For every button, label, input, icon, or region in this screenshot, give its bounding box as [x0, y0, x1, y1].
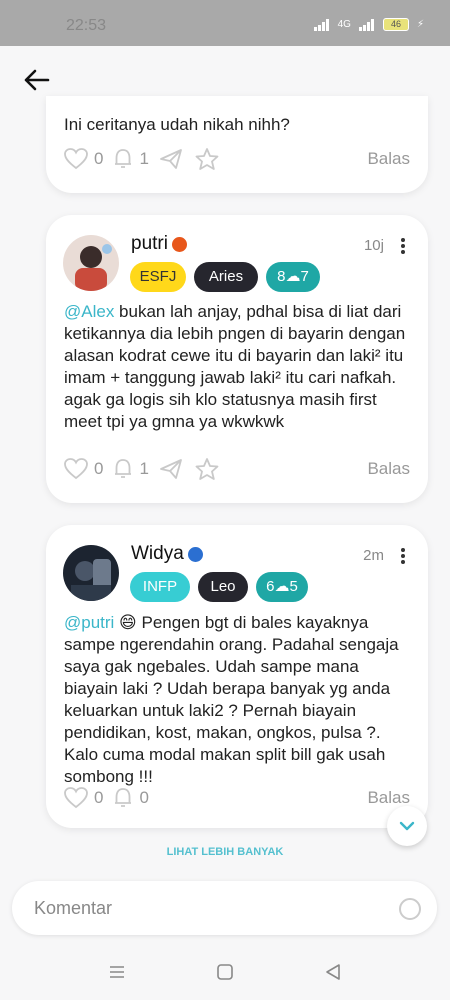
heart-icon — [64, 458, 88, 480]
back-arrow-icon[interactable] — [22, 68, 50, 92]
badge-row: INFP Leo 6☁5 — [130, 572, 308, 602]
bell-button[interactable]: 0 — [113, 787, 149, 809]
star-icon[interactable] — [195, 148, 219, 170]
notif-count: 1 — [139, 459, 149, 478]
avatar[interactable] — [63, 545, 119, 601]
signal-icon-2 — [358, 18, 374, 31]
heart-icon — [64, 787, 88, 809]
reply-button[interactable]: Balas — [367, 459, 410, 479]
send-icon[interactable] — [399, 898, 421, 920]
back-nav-icon[interactable] — [324, 963, 342, 981]
comment-text: @Alex bukan lah anjay, pdhal bisa di lia… — [64, 302, 406, 431]
bell-icon — [115, 459, 132, 478]
zodiac-dot-icon — [171, 236, 187, 252]
comment-card: Widya 2m INFP Leo 6☁5 @putri 😄 Pengen bg… — [46, 525, 428, 828]
heart-icon — [64, 148, 88, 170]
network-label: 4G — [337, 19, 351, 30]
more-options-icon[interactable] — [400, 547, 406, 565]
comment-composer — [12, 881, 437, 935]
load-more-link[interactable]: LIHAT LEBIH BANYAK — [0, 846, 450, 858]
username[interactable]: putri — [131, 233, 187, 255]
avatar[interactable] — [63, 235, 119, 291]
comment-time: 2m — [363, 547, 384, 564]
like-button[interactable]: 0 — [64, 787, 103, 809]
zodiac-badge: Leo — [198, 572, 248, 602]
scroll-down-button[interactable] — [387, 806, 427, 846]
score-badge: 8☁7 — [266, 262, 320, 292]
home-icon[interactable] — [216, 963, 234, 981]
charging-icon: ⚡ — [416, 19, 424, 30]
like-button[interactable]: 0 — [64, 458, 103, 480]
share-icon[interactable] — [159, 458, 183, 480]
comment-card: Ini ceritanya udah nikah nihh? 0 1 Balas — [46, 96, 428, 193]
comment-actions: 0 1 Balas — [64, 146, 410, 172]
menu-icon[interactable] — [108, 963, 126, 981]
comment-card: putri 10j ESFJ Aries 8☁7 @Alex bukan lah… — [46, 215, 428, 503]
mbti-badge: ESFJ — [130, 262, 186, 292]
comment-time: 10j — [363, 237, 384, 254]
bell-button[interactable]: 1 — [113, 148, 149, 170]
more-options-icon[interactable] — [400, 237, 406, 255]
comment-actions: 0 1 Balas — [64, 456, 410, 482]
reply-button[interactable]: Balas — [367, 149, 410, 169]
zodiac-badge: Aries — [194, 262, 258, 292]
badge-row: ESFJ Aries 8☁7 — [130, 262, 320, 292]
reply-button[interactable]: Balas — [367, 788, 410, 808]
mbti-badge: INFP — [130, 572, 190, 602]
score-badge: 6☁5 — [256, 572, 308, 602]
bell-icon — [115, 149, 132, 168]
zodiac-dot-icon — [187, 546, 203, 562]
comment-text: Ini ceritanya udah nikah nihh? — [64, 115, 290, 134]
comment-actions: 0 0 Balas — [64, 785, 410, 811]
bell-button[interactable]: 1 — [113, 458, 149, 480]
system-nav-bar — [0, 945, 450, 1000]
status-bar: 22:53 4G 46 ⚡ — [0, 0, 450, 46]
share-icon[interactable] — [159, 148, 183, 170]
like-count: 0 — [94, 149, 104, 168]
comment-input[interactable] — [34, 894, 374, 922]
signal-icon — [313, 18, 329, 31]
mention-link[interactable]: @putri — [64, 613, 114, 632]
mention-link[interactable]: @Alex — [64, 302, 114, 321]
comment-text: @putri 😄 Pengen bgt di bales kayaknya sa… — [64, 613, 399, 786]
notif-count: 0 — [139, 788, 149, 807]
like-count: 0 — [94, 788, 104, 807]
like-button[interactable]: 0 — [64, 148, 103, 170]
username[interactable]: Widya — [131, 543, 203, 565]
notif-count: 1 — [139, 149, 149, 168]
chevron-down-icon — [399, 821, 415, 831]
battery-icon: 46 — [382, 18, 409, 31]
like-count: 0 — [94, 459, 104, 478]
star-icon[interactable] — [195, 458, 219, 480]
status-icons: 4G 46 ⚡ — [313, 18, 424, 31]
bell-icon — [115, 788, 132, 807]
